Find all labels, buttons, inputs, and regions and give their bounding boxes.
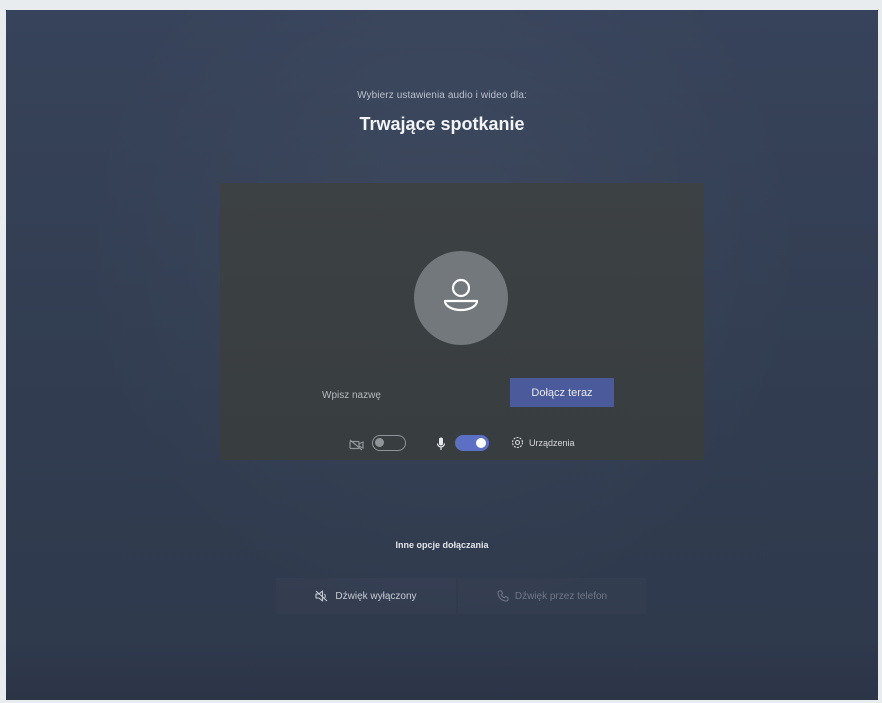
av-controls: Urządzenia <box>220 435 704 455</box>
name-input[interactable]: Wpisz nazwę <box>322 390 381 401</box>
person-icon <box>443 278 479 312</box>
phone-audio-label: Dźwięk przez telefon <box>514 590 608 602</box>
gear-icon <box>511 436 524 449</box>
join-now-button[interactable]: Dołącz teraz <box>510 378 614 407</box>
phone-audio-option[interactable]: Dźwięk przez telefon <box>458 578 646 614</box>
avatar <box>414 251 508 345</box>
devices-label: Urządzenia <box>529 437 575 448</box>
speaker-off-icon <box>315 590 328 602</box>
meeting-prejoin-screen: Wybierz ustawienia audio i wideo dla: Tr… <box>6 10 878 700</box>
microphone-toggle[interactable] <box>455 435 489 451</box>
video-preview: Wpisz nazwę Dołącz teraz Urządzenia <box>220 183 704 460</box>
camera-toggle[interactable] <box>372 435 406 451</box>
phone-icon <box>497 590 509 602</box>
camera-toggle-knob <box>375 438 384 447</box>
microphone-toggle-knob <box>476 438 486 448</box>
meeting-title: Trwające spotkanie <box>359 114 525 134</box>
audio-off-option[interactable]: Dźwięk wyłączony <box>276 578 456 614</box>
prejoin-subtitle: Wybierz ustawienia audio i wideo dla: <box>357 90 527 101</box>
audio-off-label: Dźwięk wyłączony <box>335 590 417 602</box>
devices-button[interactable]: Urządzenia <box>511 436 575 449</box>
bottom-shade <box>6 640 878 700</box>
camera-off-icon <box>349 438 365 456</box>
other-join-options-heading: Inne opcje dołączania <box>395 540 489 550</box>
microphone-icon <box>436 437 446 456</box>
